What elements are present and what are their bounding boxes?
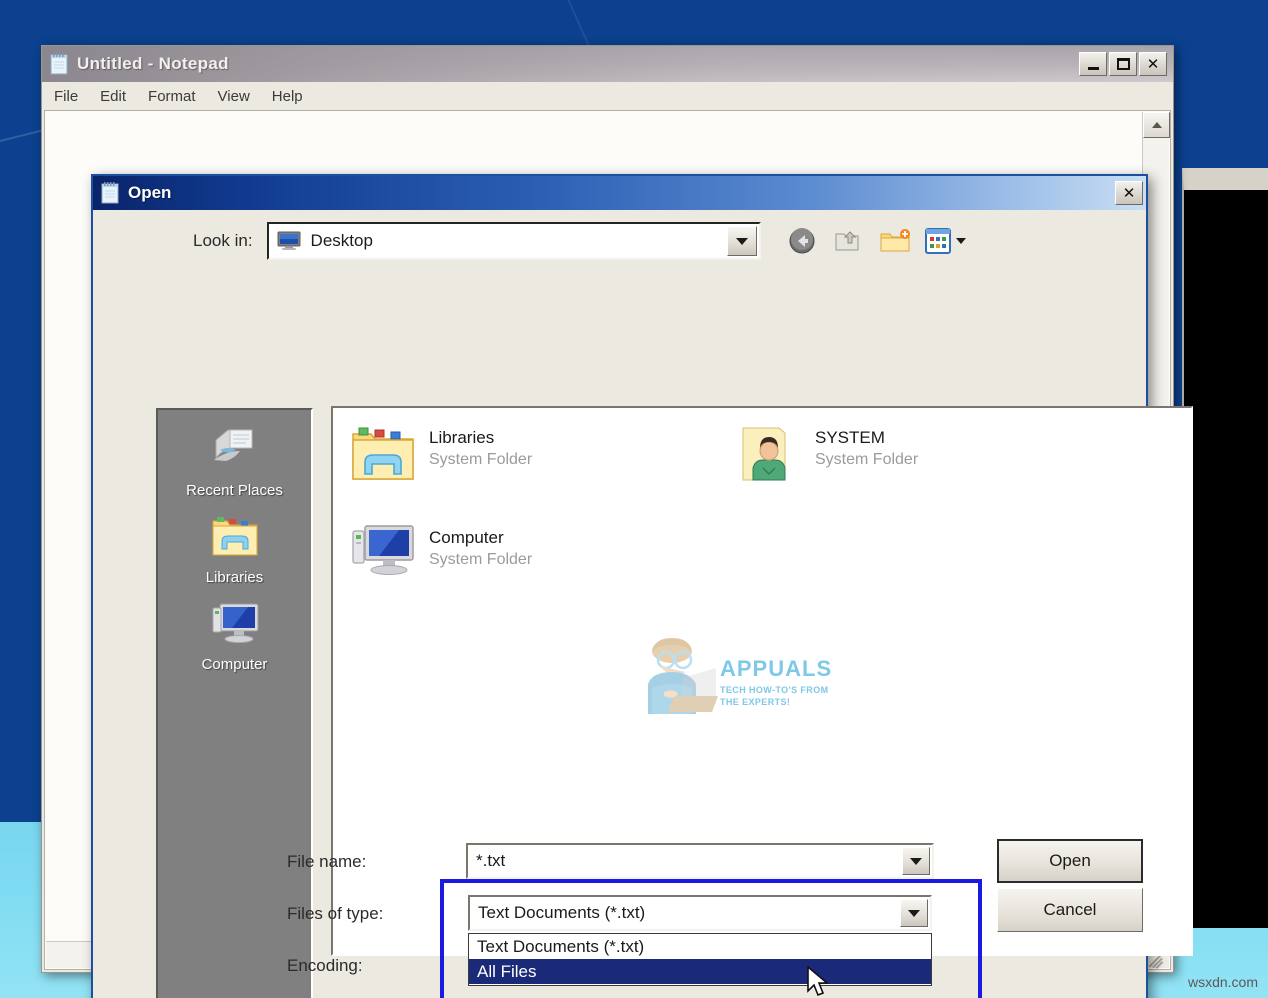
list-item[interactable]: Libraries System Folder (347, 420, 727, 486)
file-name-combobox[interactable]: *.txt (466, 843, 934, 879)
list-item[interactable]: SYSTEM System Folder (733, 420, 1113, 486)
sidebar-item-label: Computer (201, 656, 268, 673)
menu-item-help[interactable]: Help (272, 88, 303, 105)
dropdown-option-text-documents[interactable]: Text Documents (*.txt) (469, 934, 931, 959)
notepad-icon (100, 182, 120, 204)
libraries-folder-icon (347, 420, 419, 486)
appuals-brand: APPUALS (720, 656, 833, 681)
encoding-label: Encoding: (287, 956, 363, 975)
list-item-text: Libraries System Folder (429, 420, 532, 469)
appuals-watermark: APPUALS TECH HOW-TO'S FROM THE EXPERTS! (630, 636, 832, 736)
file-name-label: File name: (287, 852, 367, 871)
list-item-text: Computer System Folder (429, 520, 532, 569)
look-in-row: Look in: Desktop (93, 210, 1146, 272)
file-name-value: *.txt (476, 851, 506, 870)
list-item[interactable]: Computer System Folder (347, 520, 727, 586)
minimize-button[interactable] (1079, 52, 1107, 76)
files-of-type-combobox[interactable]: Text Documents (*.txt) (468, 895, 932, 931)
file-name: SYSTEM (815, 428, 885, 447)
background-black-window[interactable] (1182, 168, 1268, 928)
files-of-type-dropdown-arrow[interactable] (900, 899, 928, 927)
scroll-up-button[interactable] (1143, 112, 1170, 138)
libraries-icon (208, 517, 262, 565)
file-type: System Folder (429, 551, 533, 568)
sidebar-item-computer[interactable]: Computer (158, 586, 311, 673)
dropdown-option-all-files[interactable]: All Files (469, 959, 931, 984)
look-in-value: Desktop (310, 231, 373, 250)
file-type: System Folder (815, 451, 919, 468)
close-button[interactable]: ✕ (1139, 52, 1167, 76)
notepad-menubar[interactable]: File Edit Format View Help (42, 82, 1173, 110)
mouse-cursor (806, 965, 832, 998)
dialog-titlebar[interactable]: Open ✕ (93, 176, 1146, 210)
desktop-background: Untitled - Notepad ✕ File Edit Format Vi… (0, 0, 1268, 998)
file-name: Computer (429, 528, 504, 547)
menu-item-edit[interactable]: Edit (100, 88, 126, 105)
appuals-tagline-1: TECH HOW-TO'S FROM (720, 685, 829, 695)
list-item-text: SYSTEM System Folder (815, 420, 918, 469)
file-type: System Folder (429, 451, 533, 468)
menu-item-file[interactable]: File (54, 88, 78, 105)
look-in-dropdown-arrow[interactable] (726, 226, 757, 256)
appuals-watermark-text: APPUALS TECH HOW-TO'S FROM THE EXPERTS! (720, 656, 832, 707)
recent-places-icon (208, 429, 262, 478)
sidebar-item-label: Libraries (205, 569, 264, 586)
dialog-toolbar[interactable] (787, 226, 967, 256)
menu-item-format[interactable]: Format (148, 88, 196, 105)
computer-monitor-icon (347, 520, 419, 586)
notepad-titlebar[interactable]: Untitled - Notepad ✕ (42, 46, 1173, 82)
maximize-button[interactable] (1109, 52, 1137, 76)
user-folder-icon (733, 420, 805, 486)
open-button[interactable]: Open (997, 839, 1143, 883)
files-of-type-dropdown-list[interactable]: Text Documents (*.txt) All Files (468, 933, 932, 986)
sidebar-item-recent-places[interactable]: Recent Places (158, 410, 311, 499)
files-of-type-label: Files of type: (287, 904, 384, 923)
menu-item-view[interactable]: View (218, 88, 250, 105)
dialog-title: Open (128, 183, 172, 202)
site-watermark: wsxdn.com (1187, 974, 1258, 990)
dialog-close-button[interactable]: ✕ (1115, 181, 1143, 205)
up-one-level-icon[interactable] (833, 226, 863, 256)
back-arrow-icon[interactable] (787, 226, 817, 256)
computer-icon (208, 603, 262, 652)
cancel-button[interactable]: Cancel (997, 888, 1143, 932)
look-in-label: Look in: (193, 231, 253, 250)
dialog-resize-grip[interactable] (1119, 987, 1141, 998)
notepad-window[interactable]: Untitled - Notepad ✕ File Edit Format Vi… (41, 45, 1193, 998)
files-of-type-value: Text Documents (*.txt) (478, 903, 646, 922)
sidebar-item-libraries[interactable]: Libraries (158, 499, 311, 586)
file-name-dropdown-arrow[interactable] (902, 847, 930, 875)
appuals-tagline-2: THE EXPERTS! (720, 697, 791, 707)
look-in-combobox[interactable]: Desktop (266, 222, 761, 260)
views-icon[interactable] (924, 226, 967, 256)
notepad-title: Untitled - Notepad (77, 54, 229, 73)
notepad-window-controls[interactable]: ✕ (1079, 52, 1170, 76)
desktop-monitor-icon (277, 231, 301, 251)
open-dialog[interactable]: Open ✕ Look in: Desktop Recent Places Li… (91, 174, 1193, 998)
new-folder-icon[interactable] (879, 226, 910, 256)
file-name: Libraries (429, 428, 495, 447)
sidebar-item-label: Recent Places (186, 482, 283, 499)
notepad-icon (49, 53, 69, 75)
